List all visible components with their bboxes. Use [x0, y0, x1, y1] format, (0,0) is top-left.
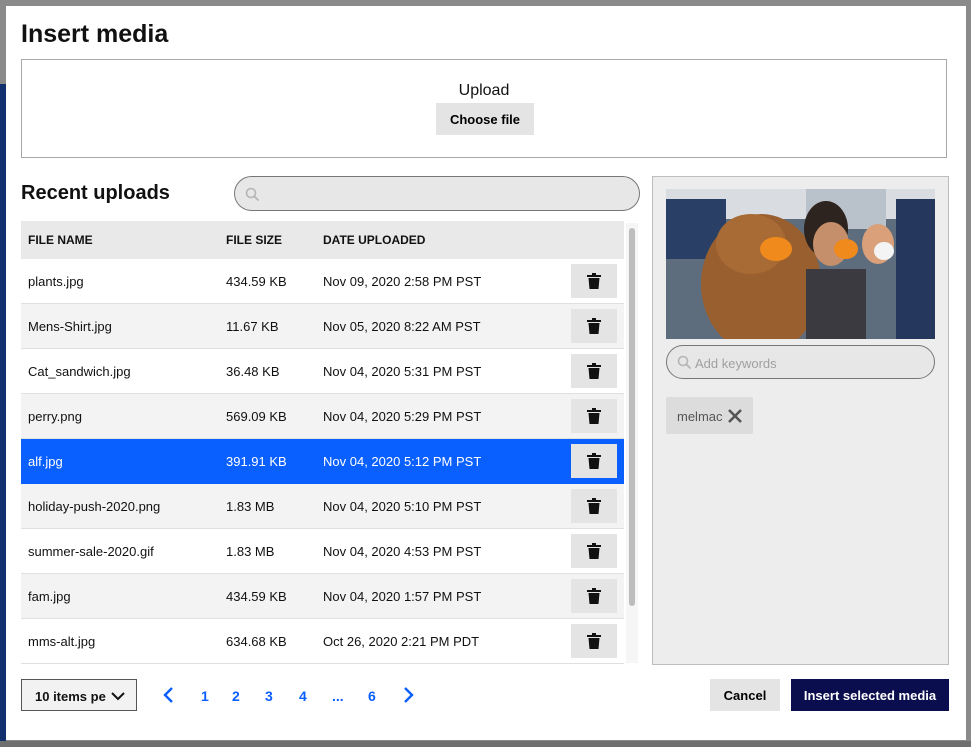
items-per-page-select[interactable]: 10 items pe	[21, 679, 137, 711]
delete-button[interactable]	[571, 624, 617, 658]
scrollbar-thumb[interactable]	[629, 228, 635, 606]
file-size: 36.48 KB	[226, 364, 280, 379]
trash-icon	[587, 498, 601, 514]
file-name: Mens-Shirt.jpg	[28, 319, 112, 334]
date-uploaded: Nov 04, 2020 5:10 PM PST	[323, 499, 482, 514]
file-name: perry.png	[28, 409, 82, 424]
uploads-table: FILE NAME FILE SIZE DATE UPLOADED plants…	[21, 221, 624, 664]
delete-button[interactable]	[571, 444, 617, 478]
table-row[interactable]: perry.png 569.09 KB Nov 04, 2020 5:29 PM…	[21, 394, 624, 439]
file-size: 634.68 KB	[226, 634, 287, 649]
modal-title: Insert media	[21, 20, 169, 48]
choose-file-button[interactable]: Choose file	[436, 103, 534, 135]
file-size: 434.59 KB	[226, 589, 287, 604]
trash-icon	[587, 408, 601, 424]
recent-search-input[interactable]	[265, 183, 629, 207]
file-size: 569.09 KB	[226, 409, 287, 424]
search-icon	[245, 187, 260, 202]
trash-icon	[587, 633, 601, 649]
delete-button[interactable]	[571, 264, 617, 298]
delete-button[interactable]	[571, 354, 617, 388]
table-scrollbar[interactable]	[626, 223, 638, 663]
delete-button[interactable]	[571, 309, 617, 343]
media-details-panel: melmac	[652, 176, 949, 665]
recent-uploads-title: Recent uploads	[21, 182, 170, 204]
table-row[interactable]: mms-alt.jpg 634.68 KB Oct 26, 2020 2:21 …	[21, 619, 624, 664]
date-uploaded: Nov 05, 2020 8:22 AM PST	[323, 319, 481, 334]
date-uploaded: Nov 04, 2020 5:29 PM PST	[323, 409, 482, 424]
file-name: Cat_sandwich.jpg	[28, 364, 131, 379]
upload-label: Upload	[458, 82, 510, 99]
file-size: 391.91 KB	[226, 454, 287, 469]
trash-icon	[587, 543, 601, 559]
keyword-tag-label: melmac	[677, 409, 723, 424]
page-ellipsis: ...	[332, 688, 344, 704]
delete-button[interactable]	[571, 399, 617, 433]
column-header-file-name[interactable]: FILE NAME	[28, 233, 93, 247]
delete-button[interactable]	[571, 579, 617, 613]
table-row[interactable]: plants.jpg 434.59 KB Nov 09, 2020 2:58 P…	[21, 259, 624, 304]
date-uploaded: Nov 04, 2020 5:12 PM PST	[323, 454, 482, 469]
keywords-box[interactable]	[666, 345, 935, 379]
file-size: 11.67 KB	[226, 319, 279, 334]
trash-icon	[587, 363, 601, 379]
close-icon[interactable]	[726, 407, 744, 425]
chevron-left-icon[interactable]	[161, 686, 175, 704]
insert-media-modal: Insert media Upload Choose file Recent u…	[6, 6, 966, 740]
trash-icon	[587, 273, 601, 289]
upload-area[interactable]: Upload Choose file	[21, 59, 947, 158]
column-header-file-size[interactable]: FILE SIZE	[226, 233, 282, 247]
keyword-tag: melmac	[666, 397, 753, 434]
table-header: FILE NAME FILE SIZE DATE UPLOADED	[21, 221, 624, 259]
page-link-1[interactable]: 1	[201, 688, 209, 704]
file-name: alf.jpg	[28, 454, 63, 469]
page-link-4[interactable]: 4	[299, 688, 307, 704]
table-row[interactable]: summer-sale-2020.gif 1.83 MB Nov 04, 202…	[21, 529, 624, 574]
recent-search-box[interactable]	[234, 176, 640, 211]
date-uploaded: Nov 04, 2020 1:57 PM PST	[323, 589, 482, 604]
date-uploaded: Oct 26, 2020 2:21 PM PDT	[323, 634, 480, 649]
page-link-6[interactable]: 6	[368, 688, 376, 704]
column-header-date-uploaded[interactable]: DATE UPLOADED	[323, 233, 425, 247]
trash-icon	[587, 588, 601, 604]
keywords-input[interactable]	[693, 352, 927, 374]
file-name: plants.jpg	[28, 274, 84, 289]
file-name: fam.jpg	[28, 589, 71, 604]
table-row[interactable]: Mens-Shirt.jpg 11.67 KB Nov 05, 2020 8:2…	[21, 304, 624, 349]
file-name: summer-sale-2020.gif	[28, 544, 154, 559]
search-icon	[677, 355, 692, 370]
file-size: 1.83 MB	[226, 499, 275, 514]
date-uploaded: Nov 04, 2020 4:53 PM PST	[323, 544, 482, 559]
trash-icon	[587, 453, 601, 469]
chevron-down-icon	[111, 692, 125, 701]
delete-button[interactable]	[571, 489, 617, 523]
file-size: 434.59 KB	[226, 274, 287, 289]
delete-button[interactable]	[571, 534, 617, 568]
table-row[interactable]: fam.jpg 434.59 KB Nov 04, 2020 1:57 PM P…	[21, 574, 624, 619]
media-preview-image	[666, 189, 935, 339]
table-row[interactable]: Cat_sandwich.jpg 36.48 KB Nov 04, 2020 5…	[21, 349, 624, 394]
page-link-2[interactable]: 2	[232, 688, 240, 704]
cancel-button[interactable]: Cancel	[710, 679, 780, 711]
table-row-selected[interactable]: alf.jpg 391.91 KB Nov 04, 2020 5:12 PM P…	[21, 439, 624, 484]
file-name: holiday-push-2020.png	[28, 499, 161, 514]
date-uploaded: Nov 09, 2020 2:58 PM PST	[323, 274, 482, 289]
table-row[interactable]: holiday-push-2020.png 1.83 MB Nov 04, 20…	[21, 484, 624, 529]
chevron-right-icon[interactable]	[402, 686, 416, 704]
file-size: 1.83 MB	[226, 544, 275, 559]
page-backdrop-bottom	[0, 741, 971, 747]
page-link-3[interactable]: 3	[265, 688, 273, 704]
file-name: mms-alt.jpg	[28, 634, 96, 649]
date-uploaded: Nov 04, 2020 5:31 PM PST	[323, 364, 482, 379]
insert-selected-media-button[interactable]: Insert selected media	[791, 679, 949, 711]
trash-icon	[587, 318, 601, 334]
items-per-page-value: 10 items pe	[35, 689, 106, 704]
